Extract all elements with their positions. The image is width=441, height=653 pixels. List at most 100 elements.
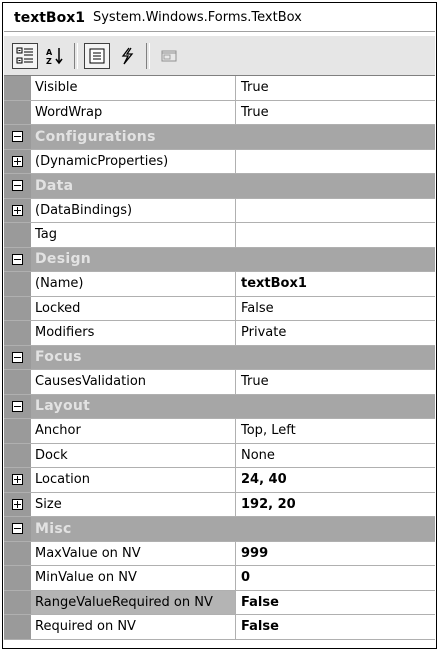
property-row[interactable]: Tag [4,223,435,248]
category-row[interactable]: Layout [4,394,435,419]
property-value[interactable]: False [236,297,435,321]
property-row[interactable]: MaxValue on NV 999 [4,541,435,566]
row-margin [4,223,31,247]
row-margin [4,566,31,590]
row-margin [4,198,31,222]
object-type: System.Windows.Forms.TextBox [92,10,302,25]
property-value[interactable]: textBox1 [236,272,435,296]
category-label: Configurations [35,128,156,145]
property-value[interactable] [236,199,435,223]
category-row[interactable]: Misc [4,517,435,542]
property-name[interactable]: RangeValueRequired on NV [31,590,236,614]
row-margin [4,272,31,296]
property-value[interactable]: Top, Left [236,419,435,443]
expand-icon[interactable] [12,204,23,216]
property-name[interactable]: MinValue on NV [31,566,236,590]
property-name[interactable]: Location [31,468,236,492]
expand-icon[interactable] [12,155,23,167]
property-name[interactable]: (Name) [31,272,236,296]
property-value[interactable]: 192, 20 [236,493,435,517]
row-margin [4,247,31,271]
property-name[interactable]: (DynamicProperties) [31,149,236,173]
property-name[interactable]: Tag [31,223,236,247]
property-pages-button[interactable] [156,43,182,69]
property-name[interactable]: (DataBindings) [31,198,236,222]
property-row[interactable]: (DataBindings) [4,198,435,223]
property-pages-icon [161,50,177,61]
property-row[interactable]: Size 192, 20 [4,492,435,517]
expand-icon[interactable] [12,498,23,510]
collapse-icon[interactable] [12,131,23,143]
property-row[interactable]: WordWrap True [4,100,435,125]
property-row[interactable]: CausesValidation True [4,370,435,395]
row-margin [4,100,31,124]
property-row[interactable]: Locked False [4,296,435,321]
property-value[interactable] [236,150,435,174]
property-value[interactable] [236,223,435,247]
property-value[interactable]: True [236,370,435,394]
property-value[interactable]: True [236,76,435,100]
alphabetical-button[interactable]: A Z [42,43,68,69]
property-value[interactable]: None [236,444,435,468]
property-row[interactable]: Required on NV False [4,615,435,640]
collapse-icon[interactable] [12,351,23,363]
row-margin [4,492,31,516]
property-name[interactable]: CausesValidation [31,370,236,394]
grid-bottom-area [4,640,435,648]
row-margin [4,149,31,173]
property-name[interactable]: Visible [31,76,236,100]
collapse-icon[interactable] [12,523,23,535]
svg-text:Z: Z [46,57,52,66]
properties-button[interactable] [84,42,110,69]
property-name[interactable]: Locked [31,296,236,320]
row-margin [4,419,31,443]
row-margin [4,296,31,320]
row-margin [4,321,31,345]
property-row[interactable]: Anchor Top, Left [4,419,435,444]
property-grid-toolbar: A Z [4,36,435,76]
property-name[interactable]: Modifiers [31,321,236,345]
property-row[interactable]: (DynamicProperties) [4,149,435,174]
row-margin [4,443,31,467]
property-name[interactable]: WordWrap [31,100,236,124]
property-row[interactable]: Location 24, 40 [4,468,435,493]
property-value[interactable]: False [236,591,435,615]
properties-icon [89,48,105,63]
row-margin [4,590,31,614]
collapse-icon[interactable] [12,180,23,192]
property-name[interactable]: MaxValue on NV [31,541,236,565]
events-button[interactable] [114,43,140,69]
category-row[interactable]: Design [4,247,435,272]
property-row[interactable]: Modifiers Private [4,321,435,346]
property-value[interactable]: 24, 40 [236,468,435,492]
toolbar-separator [146,42,150,69]
property-value[interactable]: True [236,101,435,125]
property-value[interactable]: Private [236,321,435,345]
categorized-icon [16,47,33,63]
expand-icon[interactable] [12,474,23,486]
property-name[interactable]: Size [31,492,236,516]
row-margin [4,370,31,394]
property-name[interactable]: Anchor [31,419,236,443]
property-row[interactable]: Dock None [4,443,435,468]
category-row[interactable]: Data [4,174,435,199]
property-value[interactable]: 999 [236,542,435,566]
property-row[interactable]: (Name) textBox1 [4,272,435,297]
row-margin [4,615,31,639]
svg-text:A: A [46,48,53,57]
category-row[interactable]: Focus [4,345,435,370]
selected-object-header[interactable]: textBox1 System.Windows.Forms.TextBox [4,4,435,32]
collapse-icon[interactable] [12,400,23,412]
property-name[interactable]: Dock [31,443,236,467]
property-name[interactable]: Required on NV [31,615,236,639]
categorized-button[interactable] [12,42,38,69]
category-row[interactable]: Configurations [4,125,435,150]
property-row[interactable]: MinValue on NV 0 [4,566,435,591]
property-value[interactable]: 0 [236,566,435,590]
property-row[interactable]: RangeValueRequired on NV False [4,590,435,615]
row-margin [4,468,31,492]
property-row[interactable]: Visible True [4,76,435,101]
collapse-icon[interactable] [12,253,23,265]
property-value[interactable]: False [236,615,435,639]
property-grid: Visible True WordWrap True Configurations (Dy… [4,76,435,640]
